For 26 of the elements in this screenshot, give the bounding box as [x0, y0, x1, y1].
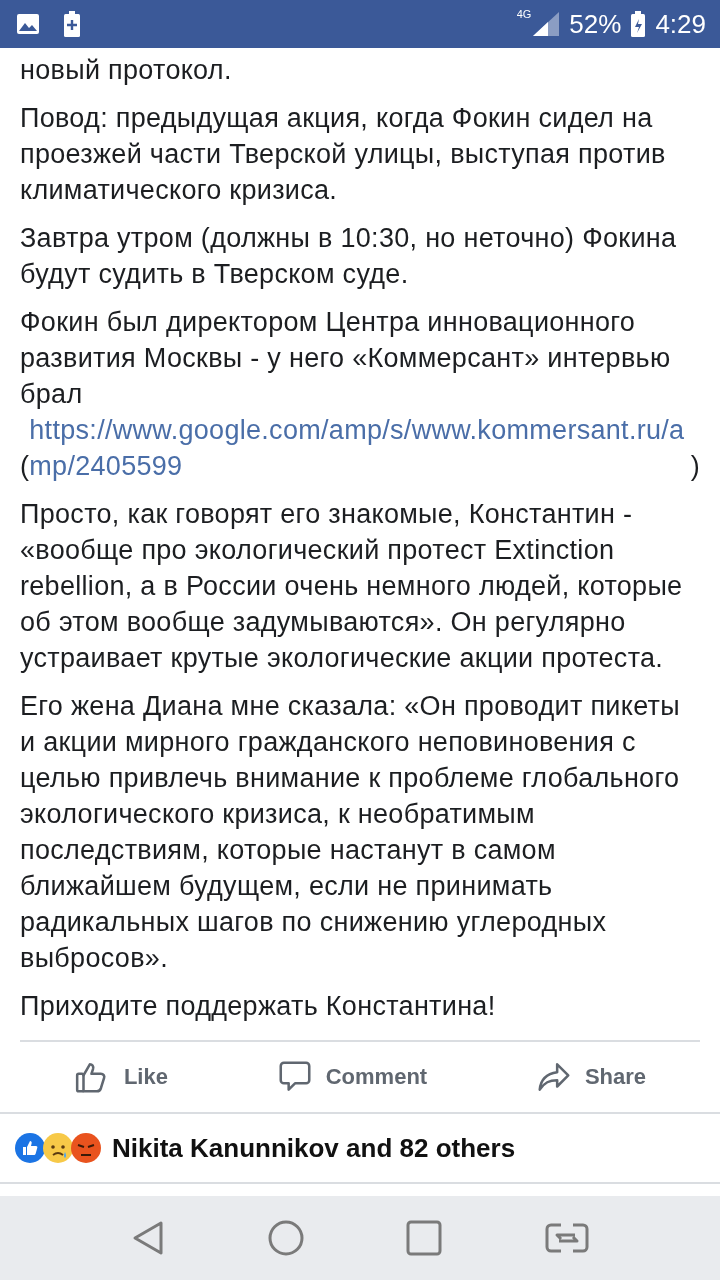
post-paragraph: Повод: предыдущая акция, когда Фокин сидел на проезжей части Тверской улицы, выступая против климатического кризиса. [20, 102, 667, 207]
post-paragraph: Просто, как говорят его знакомые, Константин - «вообще про экологический протест Extinction rebellion, а в России очень немного людей, которые об этом вообще задумываются». Он регулярно устраивает крутые экологические акции протеста. [20, 498, 684, 675]
home-icon[interactable] [267, 1220, 304, 1256]
back-icon[interactable] [131, 1220, 166, 1256]
share-button[interactable]: Share [524, 1052, 657, 1102]
article-link[interactable]: https://www.google.com/amp/s/www.kommersant.ru/amp/2405599 [29, 412, 691, 484]
post-paragraph: Приходите поддержать Константина! [20, 990, 497, 1023]
image-icon [16, 13, 40, 35]
battery-percentage: 52% [569, 8, 622, 40]
post-paragraph: новый протокол. [20, 54, 233, 87]
signal-icon [533, 12, 560, 36]
battery-charging-icon [631, 11, 646, 37]
comment-button[interactable]: Comment [265, 1052, 438, 1102]
switch-apps-icon[interactable] [544, 1223, 589, 1253]
like-reaction-icon [14, 1132, 46, 1164]
post-paragraph: Его жена Диана мне сказала: «Он проводит пикеты и акции мирного гражданского неповиновения с целью привлечь внимание к проблеме глобального экологического кризиса, к необратимым последствиям, которые настанут в самом ближайшем будущем, если не принимать радикальных шагов по снижению углеродных выбросов». [20, 690, 681, 975]
post-paragraph: Фокин был директором Центра инновационного развития Москвы - у него «Коммерсант» интервью брал ( https://www.google.com/amp/s/www.kommersant.ru/amp/2405599 ) [20, 304, 700, 484]
sad-face-icon [42, 1132, 74, 1164]
reactions-summary[interactable]: Nikita Kanunnikov and 82 others [112, 1132, 516, 1164]
clock: 4:29 [655, 8, 706, 40]
post-paragraph: Завтра утром (должны в 10:30, но неточно) Фокина будут судить в Тверском суде. [20, 222, 678, 291]
like-button[interactable]: Like [63, 1052, 178, 1102]
battery-plus-icon [64, 11, 80, 37]
recent-apps-icon[interactable] [406, 1220, 443, 1256]
angry-face-icon [70, 1132, 102, 1164]
network-type: 4G [516, 8, 532, 20]
